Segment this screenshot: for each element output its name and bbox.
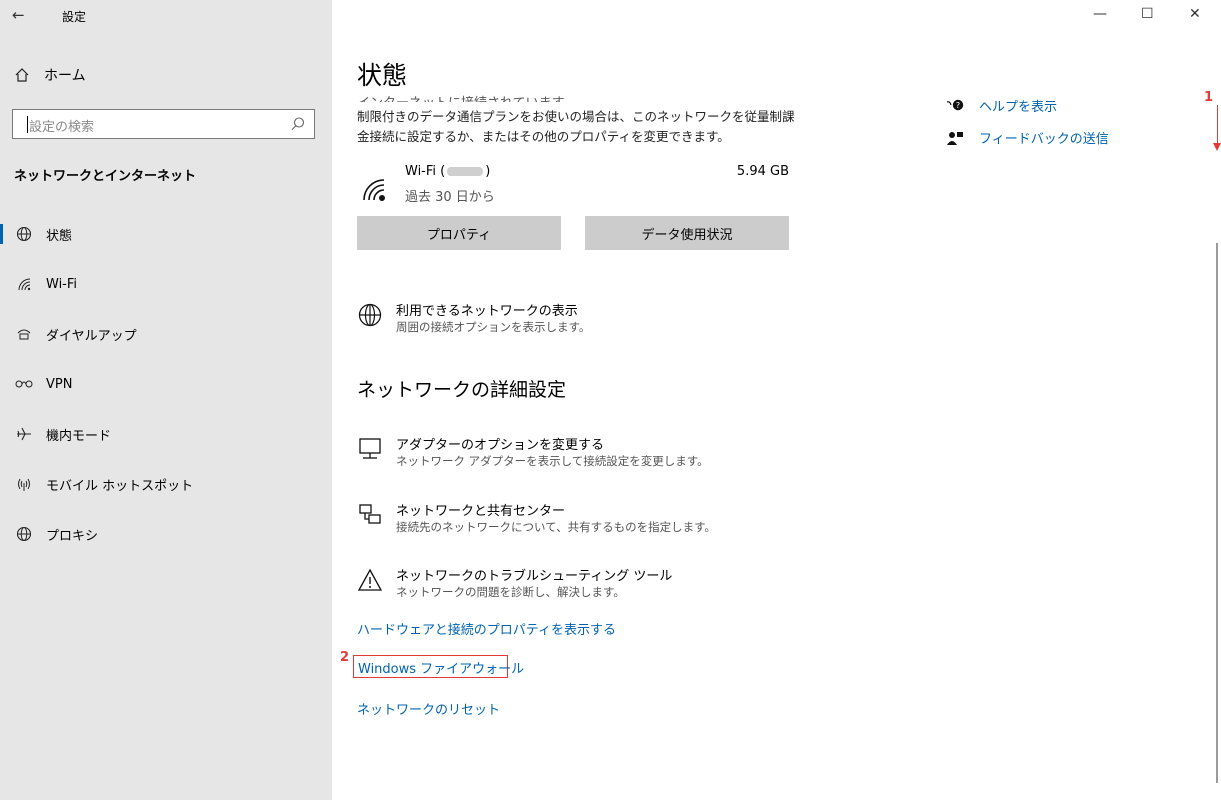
sidebar-item-label: ホーム [44,68,86,84]
adapter-options-option[interactable]: アダプターのオプションを変更する ネットワーク アダプターを表示して接続設定を変… [357,434,797,474]
annotation-arrow-icon [1213,143,1221,151]
available-networks-option[interactable]: 利用できるネットワークの表示 周囲の接続オプションを表示します。 [357,300,797,340]
metered-description: 制限付きのデータ通信プランをお使いの場合は、このネットワークを従量制課金接続に設… [357,109,795,144]
vpn-icon [12,378,36,390]
sidebar-item-label: 状態 [46,228,73,244]
sidebar-item-label: ダイヤルアップ [46,328,137,344]
sidebar-item-status[interactable]: 状態 [0,214,332,254]
option-subtitle: ネットワークの問題を診断し、解決します。 [396,585,625,599]
sidebar-item-proxy[interactable]: プロキシ [0,514,332,554]
globe-status-icon [12,226,36,242]
advanced-settings-heading: ネットワークの詳細設定 [357,379,567,401]
redacted-ssid [447,167,484,176]
wifi-usage-period: 過去 30 日から [405,190,495,205]
sidebar-item-label: モバイル ホットスポット [46,478,194,494]
sidebar-item-wifi[interactable]: Wi-Fi [0,264,332,304]
option-title: 利用できるネットワークの表示 [396,304,578,319]
option-title: アダプターのオプションを変更する [396,438,605,453]
windows-firewall-link[interactable]: Windows ファイアウォール [358,658,524,677]
scrolled-text-fragment: インターネットに接続されています [357,88,797,102]
sidebar-item-label: VPN [46,376,73,392]
annotation-step-2: 2 [340,650,350,665]
annotation-arrow-line [1217,105,1218,145]
back-arrow-icon[interactable]: ← [12,6,25,24]
dialup-icon [12,326,36,342]
home-icon [15,68,29,82]
data-usage-button[interactable]: データ使用状況 [585,216,789,250]
close-icon[interactable]: ✕ [1189,6,1201,22]
connection-status-text: インターネットに接続されています [357,92,565,102]
wifi-icon [363,179,385,201]
sidebar-item-label: Wi-Fi [46,276,78,292]
sidebar-item-airplane[interactable]: 機内モード [0,414,332,454]
sharing-center-icon [359,504,381,524]
globe-icon [358,303,382,327]
feedback-row[interactable]: フィードバックの送信 [945,128,1109,147]
sidebar-section-title: ネットワークとインターネット [14,169,197,184]
option-subtitle: 接続先のネットワークについて、共有するものを指定します。 [396,520,716,534]
sidebar-item-vpn[interactable]: VPN [0,364,332,404]
adapter-icon [359,438,381,459]
sharing-center-option[interactable]: ネットワークと共有センター 接続先のネットワークについて、共有するものを指定しま… [357,500,797,540]
sidebar-item-home[interactable]: ホーム [14,65,86,85]
troubleshooter-option[interactable]: ネットワークのトラブルシューティング ツール ネットワークの問題を診断し、解決し… [357,565,797,605]
airplane-icon [12,426,36,442]
search-input[interactable]: 設定の検索 [12,109,315,139]
option-title: ネットワークと共有センター [396,504,566,519]
option-subtitle: ネットワーク アダプターを表示して接続設定を変更します。 [396,454,709,468]
wifi-network-name: Wi-Fi () [405,164,491,179]
active-indicator [0,224,3,244]
help-icon: ? [946,99,964,110]
hardware-properties-link[interactable]: ハードウェアと接続のプロパティを表示する [357,619,616,638]
wifi-usage-row: Wi-Fi () 過去 30 日から 5.94 GB [357,164,789,206]
help-row[interactable]: ? ヘルプを表示 [945,96,1057,115]
scrollbar[interactable] [1216,243,1218,783]
properties-button[interactable]: プロパティ [357,216,561,250]
sidebar-item-hotspot[interactable]: モバイル ホットスポット [0,464,332,504]
sidebar: ← 設定 ホーム 設定の検索 ネットワークとインターネット 状態 Wi-Fi ダ… [0,0,332,800]
wifi-usage-amount: 5.94 GB [736,164,789,179]
text-caret [27,116,28,133]
wifi-icon [12,276,36,292]
feedback-icon [947,131,963,145]
hotspot-icon [12,476,36,492]
annotation-step-1: 1 [1204,90,1214,105]
title-bar: ← 設定 [0,0,332,32]
proxy-icon [12,526,36,542]
page-title: 状態 [357,61,408,90]
svg-text:?: ? [956,101,960,110]
window-title: 設定 [62,10,87,24]
search-placeholder: 設定の検索 [29,120,95,135]
maximize-icon[interactable]: ☐ [1141,6,1154,22]
option-subtitle: 周囲の接続オプションを表示します。 [396,320,591,334]
minimize-icon[interactable]: — [1093,6,1107,22]
sidebar-item-label: 機内モード [46,428,112,444]
warning-icon [357,568,383,591]
search-icon[interactable] [290,116,306,132]
help-link[interactable]: ヘルプを表示 [979,96,1057,115]
network-reset-link[interactable]: ネットワークのリセット [357,699,500,718]
sidebar-item-label: プロキシ [46,528,99,544]
sidebar-item-dialup[interactable]: ダイヤルアップ [0,314,332,354]
option-title: ネットワークのトラブルシューティング ツール [396,569,673,584]
feedback-link[interactable]: フィードバックの送信 [979,128,1109,147]
